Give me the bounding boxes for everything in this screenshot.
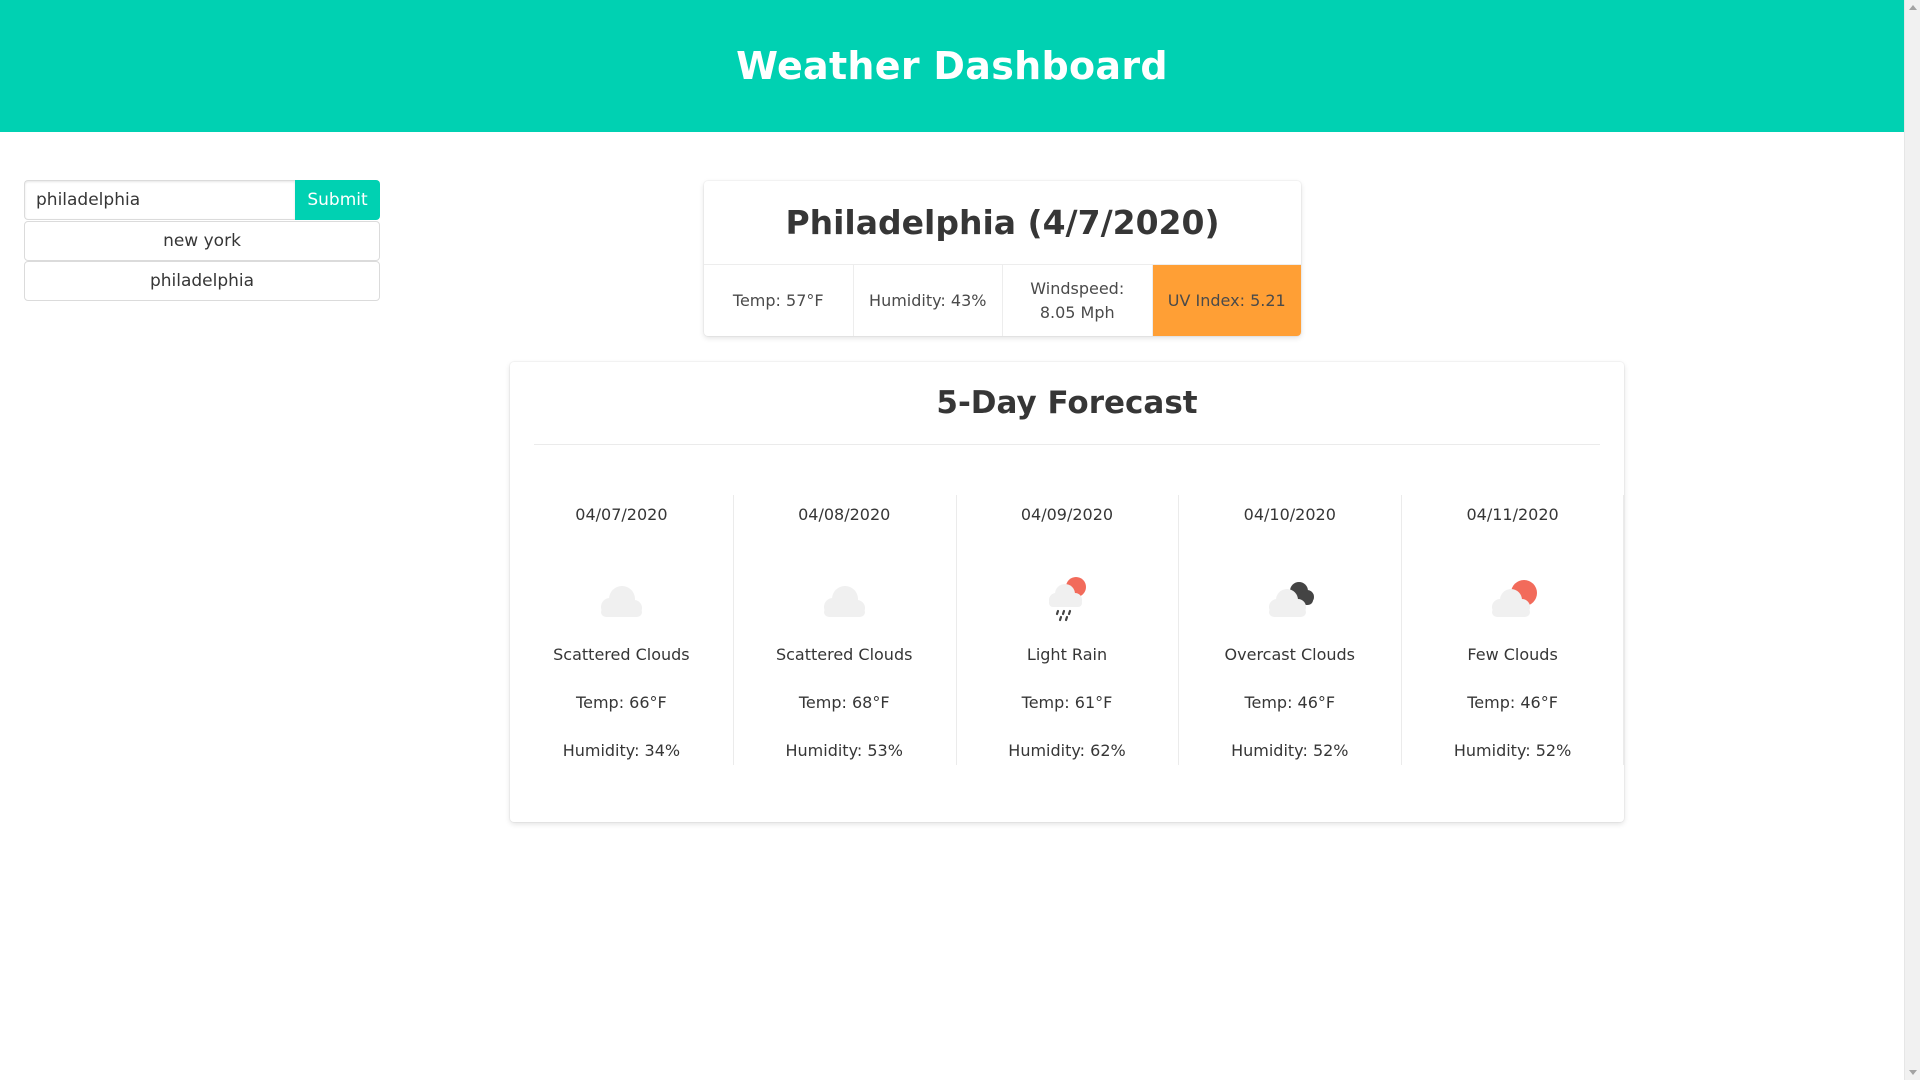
search-history-list: new york philadelphia: [24, 221, 380, 301]
forecast-card: 5-Day Forecast 04/07/2020 Scattered Clou…: [510, 362, 1624, 822]
forecast-temp: Temp: 66°F: [576, 693, 667, 712]
current-stats-row: Temp: 57°F Humidity: 43% Windspeed: 8.05…: [704, 264, 1301, 336]
forecast-humidity: Humidity: 52%: [1231, 741, 1349, 760]
history-item-new-york[interactable]: new york: [24, 221, 380, 261]
forecast-day: 04/08/2020 Scattered Clouds Temp: 68°F H…: [732, 495, 956, 765]
forecast-humidity: Humidity: 62%: [1008, 741, 1126, 760]
current-weather-card: Philadelphia (4/7/2020) Temp: 57°F Humid…: [704, 181, 1301, 336]
forecast-days-row: 04/07/2020 Scattered Clouds Temp: 66°F H…: [510, 495, 1624, 765]
scattered-clouds-icon: [824, 586, 866, 617]
app-header: Weather Dashboard: [0, 0, 1904, 132]
forecast-description: Scattered Clouds: [775, 645, 913, 664]
uv-index-badge: UV Index: 5.21: [1152, 265, 1301, 336]
current-windspeed: Windspeed: 8.05 Mph: [1003, 265, 1153, 336]
forecast-description: Scattered Clouds: [553, 645, 690, 664]
forecast-divider: [534, 444, 1600, 445]
submit-button[interactable]: Submit: [295, 180, 380, 220]
forecast-date: 04/09/2020: [1020, 505, 1114, 524]
current-temp: Temp: 57°F: [704, 265, 854, 336]
forecast-temp: Temp: 46°F: [1244, 693, 1336, 712]
search-form: Submit: [24, 180, 380, 220]
current-humidity: Humidity: 43%: [854, 265, 1003, 336]
scroll-up-arrow-icon[interactable]: [1909, 5, 1917, 10]
forecast-date: 04/07/2020: [575, 505, 668, 524]
forecast-temp: Temp: 61°F: [1021, 693, 1113, 712]
vertical-scrollbar[interactable]: [1904, 0, 1920, 1080]
forecast-date: 04/11/2020: [1466, 505, 1559, 524]
forecast-humidity: Humidity: 52%: [1453, 741, 1572, 760]
page-title: Weather Dashboard: [736, 44, 1168, 88]
search-sidebar: Submit new york philadelphia: [24, 180, 380, 301]
scroll-down-arrow-icon[interactable]: [1909, 1070, 1917, 1075]
forecast-humidity: Humidity: 34%: [562, 741, 681, 760]
scattered-clouds-icon: [601, 586, 643, 617]
page: Weather Dashboard Submit new york philad…: [0, 0, 1920, 1080]
overcast-clouds-icon: [1268, 582, 1314, 617]
forecast-date: 04/08/2020: [798, 505, 891, 524]
forecast-description: Light Rain: [1026, 645, 1108, 664]
forecast-temp: Temp: 46°F: [1467, 693, 1558, 712]
forecast-day: 04/10/2020 Overcast Clouds Temp: 46°F Hu…: [1178, 495, 1401, 765]
forecast-description: Few Clouds: [1467, 645, 1558, 664]
city-search-input[interactable]: [24, 180, 295, 220]
forecast-title: 5-Day Forecast: [936, 385, 1198, 421]
forecast-humidity: Humidity: 53%: [785, 741, 903, 760]
history-item-philadelphia[interactable]: philadelphia: [24, 261, 380, 301]
current-city-title: Philadelphia (4/7/2020): [785, 203, 1220, 242]
light-rain-icon: [1048, 577, 1086, 622]
few-clouds-icon: [1491, 580, 1537, 617]
forecast-day: 04/11/2020 Few Clouds Temp: 46°F Humidit…: [1401, 495, 1624, 765]
forecast-day: 04/07/2020 Scattered Clouds Temp: 66°F H…: [510, 495, 733, 765]
forecast-day: 04/09/2020 Light Rain Temp: 61°F Humidit…: [955, 495, 1179, 765]
forecast-date: 04/10/2020: [1243, 505, 1336, 524]
forecast-description: Overcast Clouds: [1224, 645, 1356, 664]
forecast-temp: Temp: 68°F: [798, 693, 890, 712]
